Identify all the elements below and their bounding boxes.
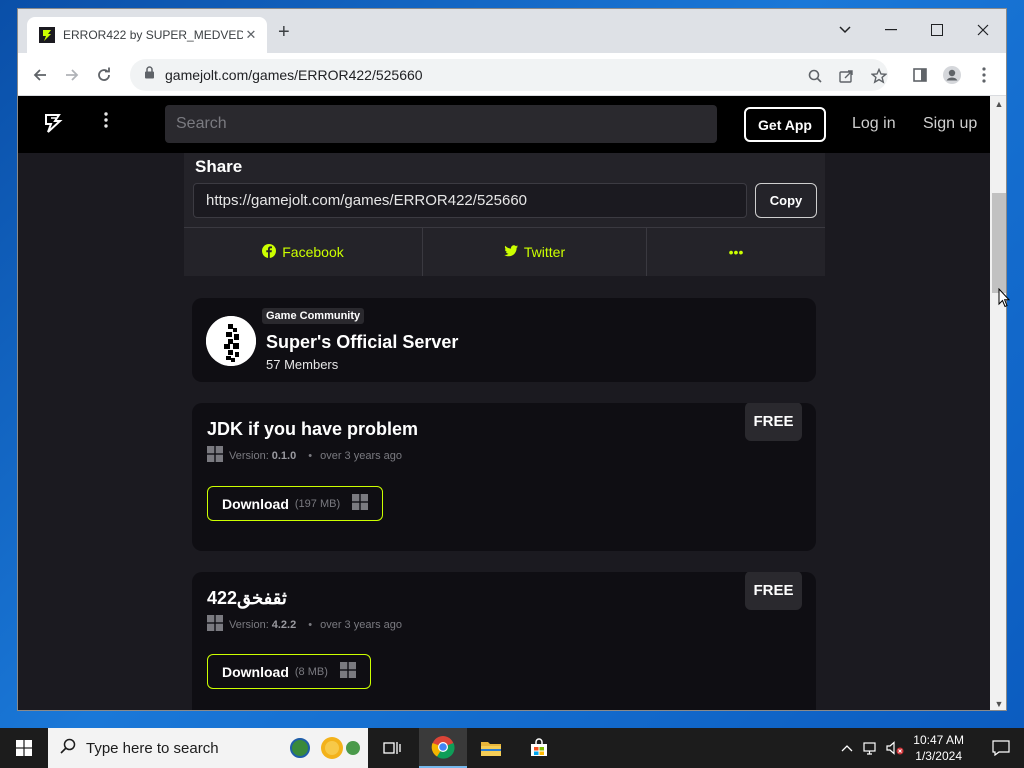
community-tag: Game Community bbox=[262, 308, 365, 324]
download-size: (8 MB) bbox=[294, 665, 328, 678]
twitter-icon bbox=[504, 244, 518, 260]
file-explorer-icon[interactable] bbox=[467, 728, 515, 768]
package-card: FREE ثقفخق422 Version: 4.2.2 • over 3 ye… bbox=[192, 572, 816, 710]
share-url-field[interactable]: https://gamejolt.com/games/ERROR422/5256… bbox=[193, 183, 747, 218]
taskbar-clock[interactable]: 10:47 AM 1/3/2024 bbox=[913, 732, 964, 764]
facebook-icon bbox=[262, 243, 277, 261]
site-search-field[interactable] bbox=[165, 105, 717, 143]
download-size: (197 MB) bbox=[294, 497, 341, 510]
tab-close-icon[interactable]: ✕ bbox=[243, 27, 259, 43]
forward-arrow-icon[interactable] bbox=[58, 61, 86, 89]
site-navbar: Get App Log in Sign up bbox=[18, 96, 990, 153]
page-scrollbar[interactable]: ▲ ▼ bbox=[990, 96, 1006, 710]
zoom-search-icon[interactable] bbox=[804, 65, 826, 87]
start-button[interactable] bbox=[0, 728, 48, 768]
version-number: 0.1.0 bbox=[271, 449, 297, 462]
twitter-label: Twitter bbox=[523, 244, 566, 260]
windows-icon bbox=[207, 446, 223, 465]
windows-taskbar: Type here to search 10:47 AM 1/3/2024 bbox=[0, 728, 1024, 768]
clock-time: 10:47 AM bbox=[913, 733, 964, 747]
windows-icon bbox=[207, 615, 223, 634]
side-panel-icon[interactable] bbox=[906, 61, 934, 89]
gamejolt-favicon-icon bbox=[39, 27, 55, 43]
community-avatar bbox=[206, 316, 256, 366]
mouse-cursor-icon bbox=[998, 287, 1011, 313]
version-label: Version: bbox=[229, 449, 269, 462]
search-icon bbox=[60, 738, 76, 759]
package-meta: Version: 4.2.2 • over 3 years ago bbox=[207, 615, 402, 634]
download-label: Download bbox=[222, 495, 289, 512]
tab-strip: ERROR422 by SUPER_MEDVEDIS ✕ + bbox=[18, 9, 1006, 53]
reload-icon[interactable] bbox=[90, 61, 118, 89]
task-view-icon[interactable] bbox=[368, 728, 416, 768]
facebook-label: Facebook bbox=[282, 244, 344, 260]
volume-muted-icon[interactable] bbox=[883, 741, 907, 755]
browser-window: ERROR422 by SUPER_MEDVEDIS ✕ + gamejolt.… bbox=[17, 8, 1007, 711]
download-label: Download bbox=[222, 663, 289, 680]
network-icon[interactable] bbox=[859, 741, 883, 755]
page-viewport: Get App Log in Sign up Share https://gam… bbox=[18, 96, 990, 710]
free-badge: FREE bbox=[745, 403, 802, 441]
show-hidden-icons-icon[interactable] bbox=[835, 744, 859, 752]
close-window-icon[interactable] bbox=[960, 15, 1006, 45]
address-url: gamejolt.com/games/ERROR422/525660 bbox=[165, 67, 423, 83]
back-arrow-icon[interactable] bbox=[26, 61, 54, 89]
version-label: Version: bbox=[229, 618, 269, 631]
share-icon[interactable] bbox=[836, 65, 858, 87]
browser-tab[interactable]: ERROR422 by SUPER_MEDVEDIS ✕ bbox=[27, 17, 267, 53]
community-name: Super's Official Server bbox=[266, 332, 459, 352]
signup-link[interactable]: Sign up bbox=[923, 115, 977, 133]
clock-date: 1/3/2024 bbox=[915, 749, 962, 763]
profile-avatar-icon[interactable] bbox=[938, 61, 966, 89]
community-card[interactable]: Game Community Super's Official Server 5… bbox=[192, 298, 816, 382]
tab-search-icon[interactable] bbox=[822, 15, 868, 45]
windows-icon bbox=[352, 494, 369, 513]
maximize-icon[interactable] bbox=[914, 15, 960, 45]
package-title: ثقفخق422 bbox=[207, 588, 287, 608]
browser-toolbar: gamejolt.com/games/ERROR422/525660 bbox=[18, 53, 1006, 96]
search-highlight-icon bbox=[288, 733, 362, 768]
share-more-button[interactable]: ••• bbox=[646, 228, 825, 276]
package-meta: Version: 0.1.0 • over 3 years ago bbox=[207, 446, 402, 465]
package-date: over 3 years ago bbox=[320, 449, 403, 462]
bookmark-star-icon[interactable] bbox=[868, 65, 890, 87]
free-badge: FREE bbox=[745, 572, 802, 610]
package-title: JDK if you have problem bbox=[207, 419, 419, 439]
scroll-up-arrow-icon[interactable]: ▲ bbox=[990, 96, 1006, 112]
windows-icon bbox=[339, 662, 356, 681]
notification-center-icon[interactable] bbox=[978, 740, 1024, 756]
microsoft-store-icon[interactable] bbox=[515, 728, 563, 768]
copy-button[interactable]: Copy bbox=[755, 183, 817, 218]
system-tray: 10:47 AM 1/3/2024 bbox=[835, 728, 1024, 768]
package-date: over 3 years ago bbox=[320, 618, 403, 631]
chrome-taskbar-icon[interactable] bbox=[419, 728, 467, 768]
share-panel: Share https://gamejolt.com/games/ERROR42… bbox=[184, 153, 825, 276]
lock-icon bbox=[144, 66, 155, 84]
share-facebook-button[interactable]: Facebook bbox=[184, 228, 422, 276]
package-card: FREE JDK if you have problem Version: 0.… bbox=[192, 403, 816, 551]
share-twitter-button[interactable]: Twitter bbox=[422, 228, 646, 276]
scroll-thumb[interactable] bbox=[992, 193, 1006, 293]
address-bar[interactable]: gamejolt.com/games/ERROR422/525660 bbox=[130, 59, 888, 91]
minimize-icon[interactable] bbox=[868, 15, 914, 45]
more-dots-icon: ••• bbox=[728, 244, 744, 260]
taskbar-search-placeholder: Type here to search bbox=[86, 739, 219, 757]
login-link[interactable]: Log in bbox=[852, 115, 896, 133]
site-menu-icon[interactable] bbox=[104, 112, 108, 132]
taskbar-search-box[interactable]: Type here to search bbox=[48, 728, 368, 768]
community-members: 57 Members bbox=[266, 357, 339, 372]
version-number: 4.2.2 bbox=[271, 618, 297, 631]
new-tab-icon[interactable]: + bbox=[278, 22, 290, 42]
gamejolt-logo-icon[interactable] bbox=[42, 112, 64, 139]
scroll-down-arrow-icon[interactable]: ▼ bbox=[990, 696, 1006, 710]
get-app-button[interactable]: Get App bbox=[744, 107, 826, 142]
share-links-row: Facebook Twitter ••• bbox=[184, 227, 825, 276]
browser-menu-icon[interactable] bbox=[970, 61, 998, 89]
share-heading: Share bbox=[195, 157, 243, 176]
site-search-input[interactable] bbox=[176, 115, 717, 133]
download-button[interactable]: Download (8 MB) bbox=[207, 654, 371, 689]
download-button[interactable]: Download (197 MB) bbox=[207, 486, 384, 521]
tab-title: ERROR422 by SUPER_MEDVEDIS bbox=[63, 28, 243, 42]
